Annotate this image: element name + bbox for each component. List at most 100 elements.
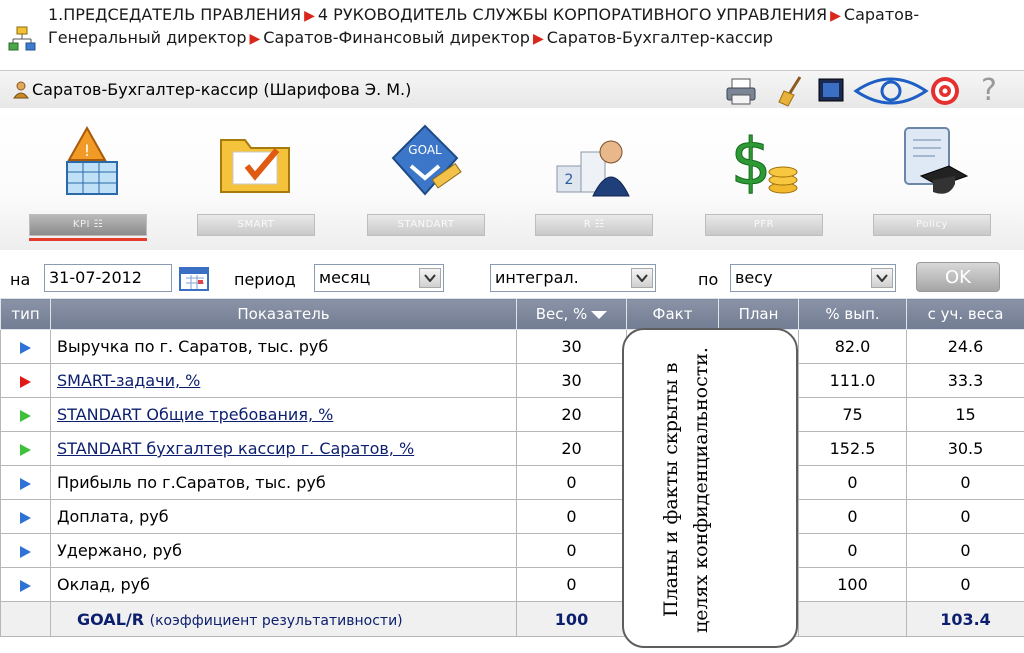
expand-arrow-icon[interactable] — [20, 341, 31, 354]
tab-pfr[interactable]: PFR — [705, 214, 823, 236]
table-row[interactable]: Выручка по г. Саратов, тыс. руб 30 82.0 24.… — [0, 329, 1024, 364]
indicator-name: Доплата, руб — [57, 507, 169, 526]
table-header-row: тип Показатель Вес, % Факт План % вып. с… — [0, 298, 1024, 330]
table-row[interactable]: STANDART бухгалтер кассир г. Саратов, % 2… — [0, 431, 1024, 466]
total-weighted-cell: 103.4 — [906, 601, 1024, 637]
module-r[interactable]: 2 R ☷ — [528, 108, 658, 250]
weight-cell: 0 — [516, 567, 627, 602]
breadcrumb-separator-icon: ▶ — [830, 8, 841, 24]
percent-cell: 0 — [798, 499, 907, 534]
module-nav: ! KPI ☷ SMART GOAL STANDART 2 R ☷ $ PFR … — [0, 108, 1024, 250]
percent-cell: 82.0 — [798, 329, 907, 364]
tab-kpi[interactable]: KPI ☷ — [29, 214, 147, 236]
period-label: период — [234, 270, 296, 289]
row-type-cell[interactable] — [0, 499, 51, 534]
indicator-name: Оклад, руб — [57, 575, 151, 594]
printer-icon[interactable] — [724, 75, 758, 107]
date-input[interactable]: 31-07-2012 — [44, 264, 172, 292]
help-icon[interactable]: ? — [972, 75, 1006, 107]
percent-cell: 152.5 — [798, 431, 907, 466]
breadcrumb-item[interactable]: 1.ПРЕДСЕДАТЕЛЬ ПРАВЛЕНИЯ — [48, 5, 301, 24]
weighted-cell: 0 — [906, 533, 1024, 568]
weighted-cell: 33.3 — [906, 363, 1024, 398]
row-type-cell[interactable] — [0, 397, 51, 432]
expand-arrow-icon[interactable] — [20, 443, 31, 456]
breadcrumb-separator-icon: ▶ — [304, 8, 315, 24]
indicator-name[interactable]: STANDART бухгалтер кассир г. Саратов, % — [57, 439, 414, 458]
table-row[interactable]: Удержано, руб 0 0 0 — [0, 533, 1024, 568]
expand-arrow-icon[interactable] — [20, 511, 31, 524]
total-percent-cell — [798, 601, 907, 637]
breadcrumb-item[interactable]: Саратов-Финансовый директор — [263, 28, 530, 47]
percent-cell: 100 — [798, 567, 907, 602]
percent-cell: 0 — [798, 533, 907, 568]
chevron-down-icon[interactable] — [871, 268, 893, 288]
tab-standart[interactable]: STANDART — [367, 214, 485, 236]
row-type-cell[interactable] — [0, 363, 51, 398]
table-row[interactable]: STANDART Общие требования, % 20 75 15 — [0, 397, 1024, 432]
breadcrumb-separator-icon: ▶ — [249, 31, 261, 47]
period-select[interactable]: месяц — [314, 264, 444, 292]
row-type-cell[interactable] — [0, 567, 51, 602]
module-smart[interactable]: SMART — [190, 108, 320, 250]
sort-by-select[interactable]: весу — [730, 264, 896, 292]
column-header-type: тип — [0, 298, 51, 330]
total-label: GOAL/R — [77, 609, 145, 629]
module-policy[interactable]: Policy — [866, 108, 996, 250]
module-pfr[interactable]: $ PFR — [698, 108, 828, 250]
expand-arrow-icon[interactable] — [20, 477, 31, 490]
table-row[interactable]: Оклад, руб 0 100 0 — [0, 567, 1024, 602]
by-label: по — [698, 270, 719, 289]
ok-button[interactable]: OK — [916, 262, 1000, 292]
column-header-weight[interactable]: Вес, % — [516, 298, 627, 330]
svg-text:2: 2 — [565, 172, 574, 188]
weight-cell: 0 — [516, 533, 627, 568]
table-row[interactable]: Доплата, руб 0 0 0 — [0, 499, 1024, 534]
indicator-name[interactable]: STANDART Общие требования, % — [57, 405, 333, 424]
weight-cell: 0 — [516, 499, 627, 534]
tab-smart[interactable]: SMART — [197, 214, 315, 236]
expand-arrow-icon[interactable] — [20, 409, 31, 422]
indicator-cell[interactable]: SMART-задачи, % — [50, 363, 517, 398]
table-row[interactable]: SMART-задачи, % 30 111.0 33.3 — [0, 363, 1024, 398]
row-type-cell[interactable] — [0, 465, 51, 500]
active-tab-indicator — [29, 238, 147, 241]
chevron-down-icon[interactable] — [419, 268, 441, 288]
tab-policy[interactable]: Policy — [873, 214, 991, 236]
module-kpi[interactable]: ! KPI ☷ — [22, 108, 152, 250]
row-type-cell[interactable] — [0, 431, 51, 466]
module-standart[interactable]: GOAL STANDART — [360, 108, 490, 250]
column-header-weight-label: Вес, % — [535, 305, 588, 323]
podium-icon: 2 — [556, 140, 630, 197]
row-type-cell[interactable] — [0, 329, 51, 364]
org-chart-icon — [8, 26, 36, 51]
weight-cell: 30 — [516, 329, 627, 364]
expand-arrow-icon[interactable] — [20, 545, 31, 558]
table-row[interactable]: Прибыль по г.Саратов, тыс. руб 0 0 0 — [0, 465, 1024, 500]
mode-select-value: интеграл. — [495, 268, 579, 287]
filter-bar: на 31-07-2012 период месяц интеграл. по … — [0, 258, 1024, 298]
confidential-note-text: Планы и факты скрыты в целях конфиденциа… — [660, 347, 712, 633]
mode-select[interactable]: интеграл. — [490, 264, 656, 292]
screen-icon[interactable] — [814, 75, 848, 107]
expand-arrow-icon[interactable] — [20, 375, 31, 388]
target-icon[interactable] — [928, 75, 962, 107]
view-eye-icon[interactable] — [852, 75, 930, 107]
indicator-cell[interactable]: STANDART бухгалтер кассир г. Саратов, % — [50, 431, 517, 466]
weighted-cell: 0 — [906, 499, 1024, 534]
expand-arrow-icon[interactable] — [20, 579, 31, 592]
indicator-cell: Выручка по г. Саратов, тыс. руб — [50, 329, 517, 364]
dollar-coins-icon: $ — [730, 126, 798, 200]
date-label: на — [10, 270, 31, 289]
svg-text:$: $ — [731, 126, 772, 200]
row-type-cell[interactable] — [0, 533, 51, 568]
percent-cell: 75 — [798, 397, 907, 432]
indicator-name[interactable]: SMART-задачи, % — [57, 371, 200, 390]
calendar-icon[interactable] — [178, 266, 210, 292]
tab-r[interactable]: R ☷ — [535, 214, 653, 236]
indicator-cell[interactable]: STANDART Общие требования, % — [50, 397, 517, 432]
chevron-down-icon[interactable] — [631, 268, 653, 288]
breadcrumb-item[interactable]: 4 РУКОВОДИТЕЛЬ СЛУЖБЫ КОРПОРАТИВНОГО УПР… — [318, 5, 827, 24]
percent-cell: 0 — [798, 465, 907, 500]
broom-icon[interactable] — [776, 75, 810, 107]
